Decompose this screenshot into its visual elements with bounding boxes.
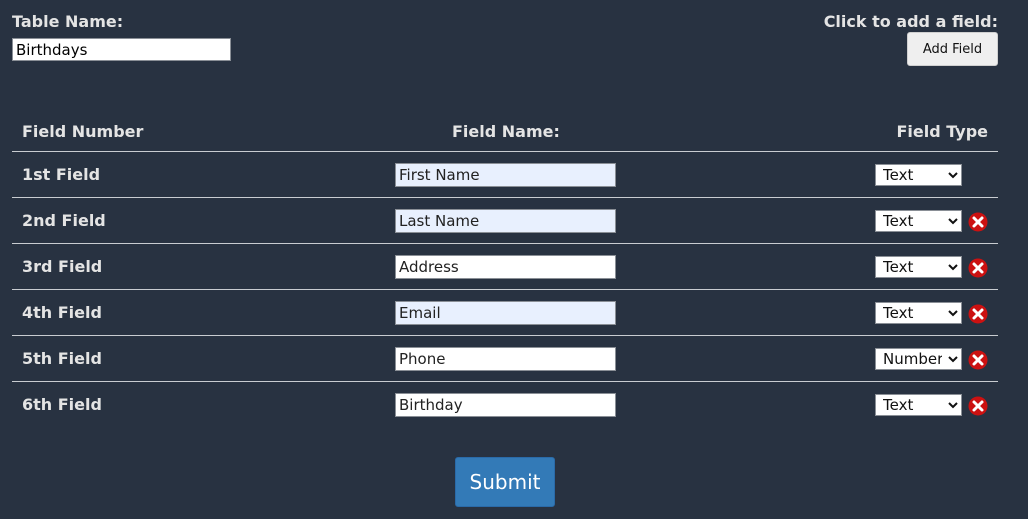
field-type-select[interactable]: Number [875,348,962,370]
add-field-button[interactable]: Add Field [907,32,998,66]
delete-icon[interactable] [968,396,988,416]
table-row: 6th Field Text [12,382,998,427]
fields-table: Field Number Field Name: Field Type 1st … [12,110,998,427]
field-type-select[interactable]: Text [875,302,962,324]
column-header-field-number: Field Number [22,122,144,141]
field-name-input[interactable] [395,301,616,325]
field-name-input[interactable] [395,209,616,233]
field-type-select[interactable]: Text [875,256,962,278]
table-name-label: Table Name: [12,12,124,31]
delete-icon[interactable] [968,258,988,278]
delete-icon[interactable] [968,212,988,232]
field-number-label: 4th Field [22,303,102,322]
field-number-label: 3rd Field [22,257,103,276]
field-name-input[interactable] [395,393,616,417]
field-number-label: 2nd Field [22,211,106,230]
table-header: Field Number Field Name: Field Type [12,110,998,152]
field-type-select[interactable]: Text [875,394,962,416]
page: Table Name: Click to add a field: Add Fi… [0,0,1028,519]
field-name-input[interactable] [395,163,616,187]
table-row: 5th Field Number [12,336,998,382]
field-number-label: 1st Field [22,165,101,184]
delete-icon[interactable] [968,304,988,324]
submit-button[interactable]: Submit [455,457,555,507]
table-row: 3rd Field Text [12,244,998,290]
delete-icon[interactable] [968,350,988,370]
field-type-select[interactable]: Text [875,210,962,232]
table-row: 1st Field Text [12,152,998,198]
field-number-label: 6th Field [22,395,102,414]
field-number-label: 5th Field [22,349,102,368]
field-name-input[interactable] [395,255,616,279]
column-header-field-name: Field Name: [452,122,560,141]
field-name-input[interactable] [395,347,616,371]
field-type-select[interactable]: Text [875,164,962,186]
column-header-field-type: Field Type [896,122,988,141]
table-row: 2nd Field Text [12,198,998,244]
table-name-input[interactable] [12,38,231,61]
add-field-label: Click to add a field: [823,12,998,31]
table-row: 4th Field Text [12,290,998,336]
